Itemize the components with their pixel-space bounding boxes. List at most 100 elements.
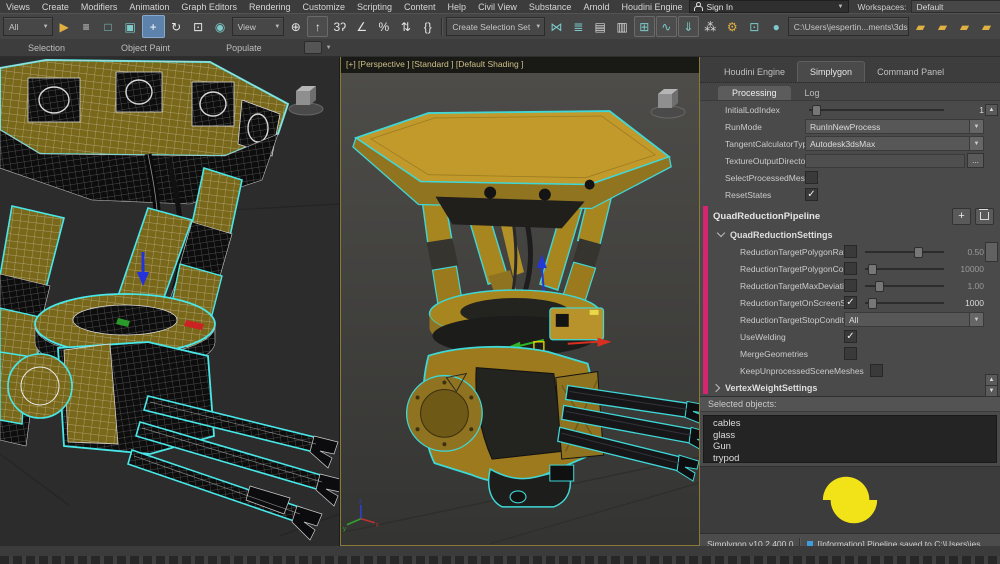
viewcube-home-icon[interactable] <box>647 85 689 121</box>
scale-icon[interactable]: ⊡ <box>188 16 209 37</box>
viewport-layout-icon[interactable]: ⊞ <box>634 16 655 37</box>
curve-editor-icon[interactable]: ∿ <box>656 16 677 37</box>
panel-tab[interactable]: Simplygon <box>797 61 865 82</box>
scroll-down-button[interactable]: ▼ <box>985 385 998 397</box>
viewport-orthographic[interactable] <box>0 56 340 546</box>
track-view-icon[interactable]: ⇓ <box>678 16 699 37</box>
quad-reduction-settings-header[interactable]: QuadReductionSettings <box>700 226 1000 243</box>
menu-item[interactable]: Civil View <box>472 2 523 12</box>
viewcube-home-icon[interactable] <box>285 82 327 118</box>
snap-3d-icon[interactable]: 3ʔ <box>329 16 350 37</box>
ribbon-tab[interactable]: Selection <box>0 43 93 53</box>
initial-lod-slider[interactable] <box>809 104 944 115</box>
select-by-name-icon[interactable]: ≡ <box>76 16 97 37</box>
manipulate-icon[interactable]: ↑ <box>307 16 328 37</box>
use-center-icon[interactable]: ⊕ <box>285 16 306 37</box>
folder-save-icon[interactable]: ▰ <box>954 16 975 37</box>
polygon-count-checkbox[interactable] <box>844 262 857 275</box>
menu-item[interactable]: Arnold <box>577 2 615 12</box>
menu-item[interactable]: Animation <box>123 2 175 12</box>
run-mode-dropdown[interactable]: RunInNewProcess▼ <box>805 119 984 134</box>
vertex-weight-settings-header[interactable]: VertexWeightSettings <box>700 379 1000 396</box>
menu-item[interactable]: Rendering <box>243 2 297 12</box>
slider-handle[interactable] <box>868 264 877 275</box>
tangent-calculator-dropdown[interactable]: Autodesk3dsMax▼ <box>805 136 984 151</box>
angle-snap-icon[interactable]: ∠ <box>351 16 372 37</box>
align-icon[interactable]: ≣ <box>568 16 589 37</box>
panel-subtab[interactable]: Log <box>791 86 834 100</box>
delete-pipeline-button[interactable] <box>975 208 994 225</box>
object-list-item[interactable]: trypod <box>713 453 996 465</box>
menu-item[interactable]: Content <box>398 2 442 12</box>
menu-item[interactable]: Modifiers <box>75 2 124 12</box>
timeline-ticks[interactable] <box>0 556 1000 564</box>
max-deviation-slider[interactable] <box>865 280 944 291</box>
merge-geometries-checkbox[interactable] <box>844 347 857 360</box>
rotate-icon[interactable]: ↻ <box>166 16 187 37</box>
slider-handle[interactable] <box>868 298 877 309</box>
rendered-frame-icon[interactable]: ⊡ <box>744 16 765 37</box>
object-list-item[interactable]: cables <box>713 418 996 430</box>
keep-unprocessed-checkbox[interactable] <box>870 364 883 377</box>
menu-item[interactable]: Create <box>36 2 75 12</box>
browse-button[interactable]: ... <box>967 153 984 168</box>
slider-handle[interactable] <box>914 247 923 258</box>
ribbon-tab[interactable]: Object Paint <box>93 43 198 53</box>
named-selection-sets-icon[interactable]: {} <box>417 16 438 37</box>
object-list-item[interactable]: glass <box>713 430 996 442</box>
texture-output-field[interactable] <box>805 154 965 168</box>
menu-item[interactable]: Houdini Engine <box>615 2 688 12</box>
slider-handle[interactable] <box>875 281 884 292</box>
on-screen-size-checkbox[interactable] <box>844 296 857 309</box>
panel-tab[interactable]: Houdini Engine <box>712 62 797 82</box>
stop-condition-dropdown[interactable]: All▼ <box>844 312 984 327</box>
polygon-ratio-slider[interactable] <box>865 246 944 257</box>
create-selection-set-dropdown[interactable]: Create Selection Set ▼ <box>446 17 544 36</box>
workspace-dropdown[interactable]: Default ▼ <box>911 0 1000 13</box>
viewport-label[interactable]: [+] [Perspective ] [Standard ] [Default … <box>346 59 523 69</box>
object-list-item[interactable]: Gun <box>713 441 996 453</box>
folder-open-icon[interactable]: ▰ <box>932 16 953 37</box>
render-production-icon[interactable]: ● <box>766 16 787 37</box>
reference-coordinate-dropdown[interactable]: View ▼ <box>232 17 285 36</box>
select-processed-checkbox[interactable] <box>805 171 818 184</box>
on-screen-size-slider[interactable] <box>865 297 944 308</box>
add-pipeline-button[interactable]: + <box>952 208 971 225</box>
menu-item[interactable]: Graph Editors <box>175 2 243 12</box>
percent-snap-icon[interactable]: % <box>373 16 394 37</box>
spinner-snap-icon[interactable]: ⇅ <box>395 16 416 37</box>
use-welding-checkbox[interactable] <box>844 330 857 343</box>
render-setup-icon[interactable]: ⚙ <box>722 16 743 37</box>
polygon-ratio-checkbox[interactable] <box>844 245 857 258</box>
sign-in-button[interactable]: Sign In ▼ <box>689 0 849 13</box>
panel-subtab[interactable]: Processing <box>718 86 791 100</box>
track-bar[interactable] <box>0 546 1000 556</box>
layer-explorer-icon[interactable]: ▥ <box>612 16 633 37</box>
ribbon-config-icon[interactable] <box>304 41 322 54</box>
menu-item[interactable]: Substance <box>523 2 578 12</box>
selection-filter-dropdown[interactable]: All ▼ <box>3 17 53 36</box>
max-deviation-checkbox[interactable] <box>844 279 857 292</box>
panel-tab[interactable]: Command Panel <box>865 62 956 82</box>
viewport-perspective[interactable]: y z x [+] [Perspective ] [Standard ] [De… <box>340 56 700 546</box>
reset-states-checkbox[interactable] <box>805 188 818 201</box>
select-place-icon[interactable]: ◉ <box>210 16 231 37</box>
ribbon-tab[interactable]: Populate <box>198 43 290 53</box>
menu-item[interactable]: Views <box>0 2 36 12</box>
slider-handle[interactable] <box>812 105 821 116</box>
schematic-view-icon[interactable]: ⁂ <box>700 16 721 37</box>
scroll-up-button[interactable]: ▲ <box>985 104 998 116</box>
mirror-icon[interactable]: ⋈ <box>546 16 567 37</box>
menu-item[interactable]: Help <box>442 2 473 12</box>
polygon-count-slider[interactable] <box>865 263 944 274</box>
window-crossing-icon[interactable]: ▣ <box>120 16 141 37</box>
project-folder-dropdown[interactable]: C:\Users\jespertin...ments\3ds Max 202. … <box>788 17 909 36</box>
rect-selection-icon[interactable]: □ <box>98 16 119 37</box>
select-object-icon[interactable]: ▶ <box>54 16 75 37</box>
menu-item[interactable]: Customize <box>296 2 351 12</box>
move-icon[interactable]: + <box>142 15 165 38</box>
folder-settings-icon[interactable]: ▰ <box>910 16 931 37</box>
folder-import-icon[interactable]: ▰ <box>976 16 997 37</box>
scene-explorer-icon[interactable]: ▤ <box>590 16 611 37</box>
scrollbar-thumb[interactable] <box>985 242 998 262</box>
